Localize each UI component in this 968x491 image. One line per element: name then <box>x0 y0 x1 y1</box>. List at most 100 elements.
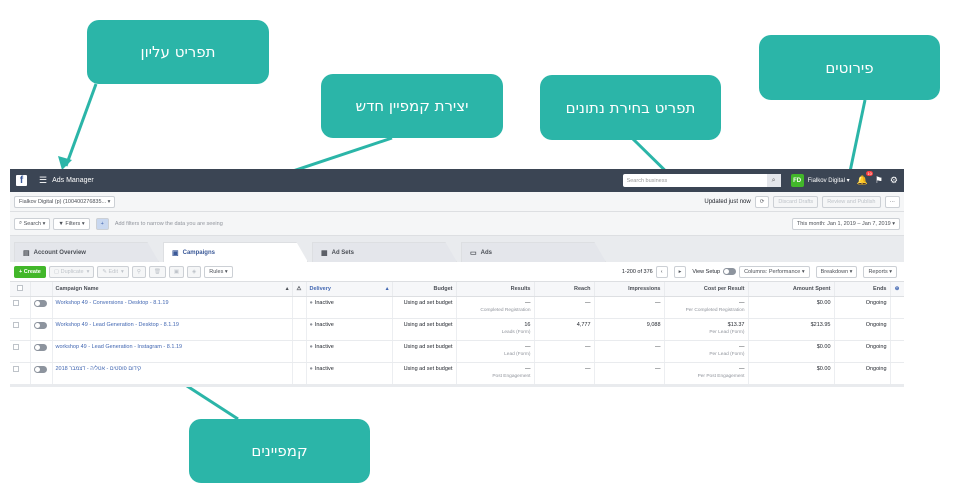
refresh-icon[interactable]: ⟳ <box>754 195 770 208</box>
tab-account-overview[interactable]: ▤ Account Overview <box>14 242 159 262</box>
add-filter-icon[interactable]: + <box>95 217 109 230</box>
table-row[interactable]: workshop 49 - Lead Generation - Instagra… <box>10 340 904 363</box>
search-business-input[interactable]: Search business ⌕ <box>622 174 781 187</box>
results-value: — <box>525 365 531 372</box>
filter-hint: Add filters to narrow the data you are s… <box>114 220 223 227</box>
campaign-toggle[interactable] <box>30 296 53 319</box>
ab-test-icon[interactable]: ⚲ <box>131 265 146 278</box>
date-range-picker[interactable]: This month: Jan 1, 2019 – Jan 7, 2019 ▾ <box>791 217 900 230</box>
app-name[interactable]: Ads Manager <box>52 177 94 184</box>
header-cost-per-result[interactable]: Cost per Result <box>664 282 749 297</box>
account-name-dropdown[interactable]: Fialkov Digital ▾ <box>808 177 850 184</box>
callout-data-menu: תפריט בחירת נתונים <box>540 75 721 140</box>
filters-button[interactable]: ▼ Filters ▾ <box>53 217 90 230</box>
account-select[interactable]: Fialkov Digital (p) (100400276835... ▾ <box>14 195 116 208</box>
ads-manager-window: f ☰ Ads Manager Search business ⌕ FD Fia… <box>10 169 904 387</box>
create-label: Create <box>23 268 41 275</box>
level-tabs: ▤ Account Overview ▣ Campaigns ▦ Ad Sets ▭ A… <box>10 236 904 262</box>
delivery-label: Inactive <box>314 365 334 372</box>
gear-icon[interactable]: ⚙ <box>890 175 898 186</box>
campaigns-table: Campaign Name ▴ ⚠ Delivery ▴ Budget Result… <box>10 282 904 385</box>
cpr-value: — <box>739 343 745 350</box>
add-column-icon[interactable]: ⊕ <box>890 282 904 297</box>
row-checkbox[interactable] <box>10 362 31 385</box>
tag-icon[interactable]: ◈ <box>187 265 202 278</box>
notification-badge: 10 <box>866 171 873 176</box>
cpr-type: Per Completed Registration <box>685 307 745 313</box>
trash-icon[interactable]: 🗑 <box>148 265 166 278</box>
folder-icon: ▣ <box>172 249 179 257</box>
header-impressions[interactable]: Impressions <box>594 282 665 297</box>
preview-icon[interactable]: ▣ <box>168 265 185 278</box>
table-row[interactable]: קידום פוסטים - אטליה - דצמבר 2018 ● Inacti… <box>10 362 904 385</box>
sort-icon: ▴ <box>285 285 289 292</box>
row-checkbox[interactable] <box>10 340 31 363</box>
header-budget[interactable]: Budget <box>392 282 457 297</box>
row-checkbox[interactable] <box>10 318 31 341</box>
top-bar: f ☰ Ads Manager Search business ⌕ FD Fia… <box>10 169 904 192</box>
facebook-logo-icon[interactable]: f <box>16 175 27 186</box>
impressions-cell: 9,088 <box>594 318 665 341</box>
select-all-checkbox[interactable] <box>10 282 31 297</box>
tab-ad-sets[interactable]: ▦ Ad Sets <box>312 242 457 262</box>
cpr-cell: — Per Completed Registration <box>664 296 749 319</box>
ends-cell: Ongoing <box>834 296 891 319</box>
duplicate-button[interactable]: ▢ Duplicate ▾ <box>48 265 95 278</box>
delivery-status: ● Inactive <box>306 296 393 319</box>
header-amount-spent[interactable]: Amount Spent <box>748 282 835 297</box>
columns-dropdown[interactable]: Columns: Performance ▾ <box>739 265 810 278</box>
edit-button[interactable]: ✎ Edit ▾ <box>97 265 129 278</box>
campaign-name-link[interactable]: קידום פוסטים - אטליה - דצמבר 2018 <box>52 362 293 385</box>
notifications-icon[interactable]: 🔔 10 <box>857 171 873 186</box>
more-button[interactable]: ··· <box>884 195 900 208</box>
cpr-value: — <box>739 299 745 306</box>
campaign-toggle[interactable] <box>30 340 53 363</box>
tab-ads[interactable]: ▭ Ads <box>461 242 606 262</box>
sort-icon: ▴ <box>385 285 389 292</box>
review-publish-button[interactable]: Review and Publish <box>822 195 881 208</box>
create-button[interactable]: + Create <box>14 265 46 278</box>
action-bar: + Create ▢ Duplicate ▾ ✎ Edit ▾ ⚲ 🗑 ▣ ◈ … <box>10 262 904 282</box>
table-row[interactable]: Workshop 49 - Lead Generation - Desktop … <box>10 318 904 341</box>
results-value: — <box>525 299 531 306</box>
rules-button[interactable]: Rules ▾ <box>204 265 233 278</box>
tab-label: Ads <box>480 249 492 256</box>
table-row[interactable]: Workshop 49 - Conversions - Desktop - 8.… <box>10 296 904 319</box>
rules-label: Rules <box>209 268 224 275</box>
updated-status: Updated just now <box>704 198 751 205</box>
spent-cell: $213.95 <box>748 318 835 341</box>
results-type: Lead (Form) <box>504 351 531 357</box>
results-value: 16 <box>524 321 531 328</box>
reach-cell: — <box>534 340 595 363</box>
header-results[interactable]: Results <box>456 282 535 297</box>
tab-campaigns[interactable]: ▣ Campaigns <box>163 242 308 262</box>
account-avatar[interactable]: FD <box>790 174 804 187</box>
prev-page-icon[interactable]: ‹ <box>655 265 668 278</box>
campaign-toggle[interactable] <box>30 362 53 385</box>
header-reach[interactable]: Reach <box>534 282 595 297</box>
flag-icon[interactable]: ⚑ <box>875 175 883 186</box>
campaign-name-link[interactable]: Workshop 49 - Conversions - Desktop - 8.… <box>52 296 293 319</box>
overview-icon: ▤ <box>23 249 30 257</box>
next-page-icon[interactable]: ▸ <box>673 265 687 278</box>
header-delivery[interactable]: Delivery ▴ <box>306 282 393 297</box>
search-icon[interactable]: ⌕ <box>766 174 781 187</box>
row-checkbox[interactable] <box>10 296 31 319</box>
table-header-row: Campaign Name ▴ ⚠ Delivery ▴ Budget Result… <box>10 282 904 297</box>
view-setup-toggle[interactable] <box>723 268 737 275</box>
header-ends[interactable]: Ends <box>834 282 891 297</box>
delivery-status: ● Inactive <box>306 340 393 363</box>
campaign-name-link[interactable]: workshop 49 - Lead Generation - Instagra… <box>52 340 293 363</box>
campaign-name-link[interactable]: Workshop 49 - Lead Generation - Desktop … <box>52 318 293 341</box>
grid-icon: ▦ <box>321 249 328 257</box>
warning-icon: ⚠ <box>292 282 307 297</box>
reports-dropdown[interactable]: Reports ▾ <box>863 265 897 278</box>
account-bar: Fialkov Digital (p) (100400276835... ▾ U… <box>10 192 904 212</box>
cpr-type: Per Lead (Form) <box>709 329 745 335</box>
campaign-toggle[interactable] <box>30 318 53 341</box>
breakdown-dropdown[interactable]: Breakdown ▾ <box>815 265 858 278</box>
search-button[interactable]: ⌕ Search ▾ <box>14 217 51 230</box>
header-campaign-name[interactable]: Campaign Name ▴ <box>52 282 293 297</box>
discard-drafts-button[interactable]: Discard Drafts <box>773 195 819 208</box>
menu-icon[interactable]: ☰ <box>39 175 47 186</box>
